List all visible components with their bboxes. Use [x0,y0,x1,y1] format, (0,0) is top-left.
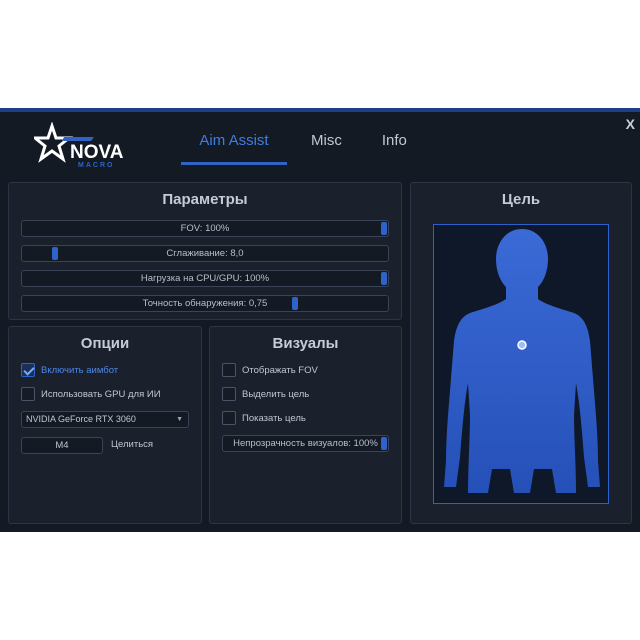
cpu-gpu-load-slider[interactable]: Нагрузка на CPU/GPU: 100% [21,270,389,287]
fov-slider[interactable]: FOV: 100% [21,220,389,237]
show-target-checkbox[interactable]: Показать цель [222,411,306,425]
highlight-target-label: Выделить цель [242,388,310,400]
tab-info[interactable]: Info [382,132,407,167]
params-title: Параметры [162,191,248,208]
aim-key-label: Целиться [111,439,154,450]
nova-macro-logo: NOVA MACRO [30,121,134,174]
visuals-title: Визуалы [272,335,339,352]
slider-label: Непрозрачность визуалов: 100% [233,438,378,449]
app-window: X NOVA MACRO Aim Assist Misc Info Параме… [0,108,640,532]
detection-accuracy-slider[interactable]: Точность обнаружения: 0,75 [21,295,389,312]
body-silhouette-icon [444,229,600,493]
slider-label: Точность обнаружения: 0,75 [142,298,268,309]
slider-label: FOV: 100% [180,223,230,234]
slider-label: Нагрузка на CPU/GPU: 100% [140,273,270,284]
gpu-select-value: NVIDIA GeForce RTX 3060 [26,414,136,424]
highlight-target-checkbox[interactable]: Выделить цель [222,387,309,401]
dropdown-arrow-icon: ▼ [176,416,183,423]
aimbot-checkbox[interactable]: Включить аимбот [21,363,118,377]
aimbot-label: Включить аимбот [41,364,119,376]
show-fov-checkbox[interactable]: Отображать FOV [222,363,318,377]
target-preview [433,224,609,504]
gpu-checkbox[interactable]: Использовать GPU для ИИ [21,387,161,401]
checkbox-box[interactable] [222,363,236,377]
checkbox-box[interactable] [222,387,236,401]
params-panel: Параметры FOV: 100% Сглаживание: 8,0 Наг… [8,182,402,320]
checkbox-box[interactable] [21,363,35,377]
tab-bar: Aim Assist Misc Info [181,132,447,167]
checkbox-box[interactable] [222,411,236,425]
gpu-label: Использовать GPU для ИИ [41,388,161,400]
target-panel: Цель [410,182,632,524]
tab-aim-assist[interactable]: Aim Assist [181,132,287,167]
aim-key-input[interactable]: M4 [21,437,103,454]
smoothing-slider[interactable]: Сглаживание: 8,0 [21,245,389,262]
options-title: Опции [80,335,130,352]
visuals-panel: Визуалы Отображать FOV Выделить цель Пок… [209,326,402,524]
tab-misc[interactable]: Misc [311,132,342,167]
svg-text:NOVA: NOVA [70,142,124,163]
svg-text:MACRO: MACRO [78,162,114,169]
show-fov-label: Отображать FOV [242,364,318,376]
close-button[interactable]: X [626,116,635,132]
show-target-label: Показать цель [242,412,306,424]
visuals-opacity-slider[interactable]: Непрозрачность визуалов: 100% [222,435,389,452]
target-title: Цель [501,191,541,208]
checkbox-box[interactable] [21,387,35,401]
gpu-select[interactable]: NVIDIA GeForce RTX 3060 ▼ [21,411,189,428]
options-panel: Опции Включить аимбот Использовать GPU д… [8,326,202,524]
slider-label: Сглаживание: 8,0 [166,248,244,259]
